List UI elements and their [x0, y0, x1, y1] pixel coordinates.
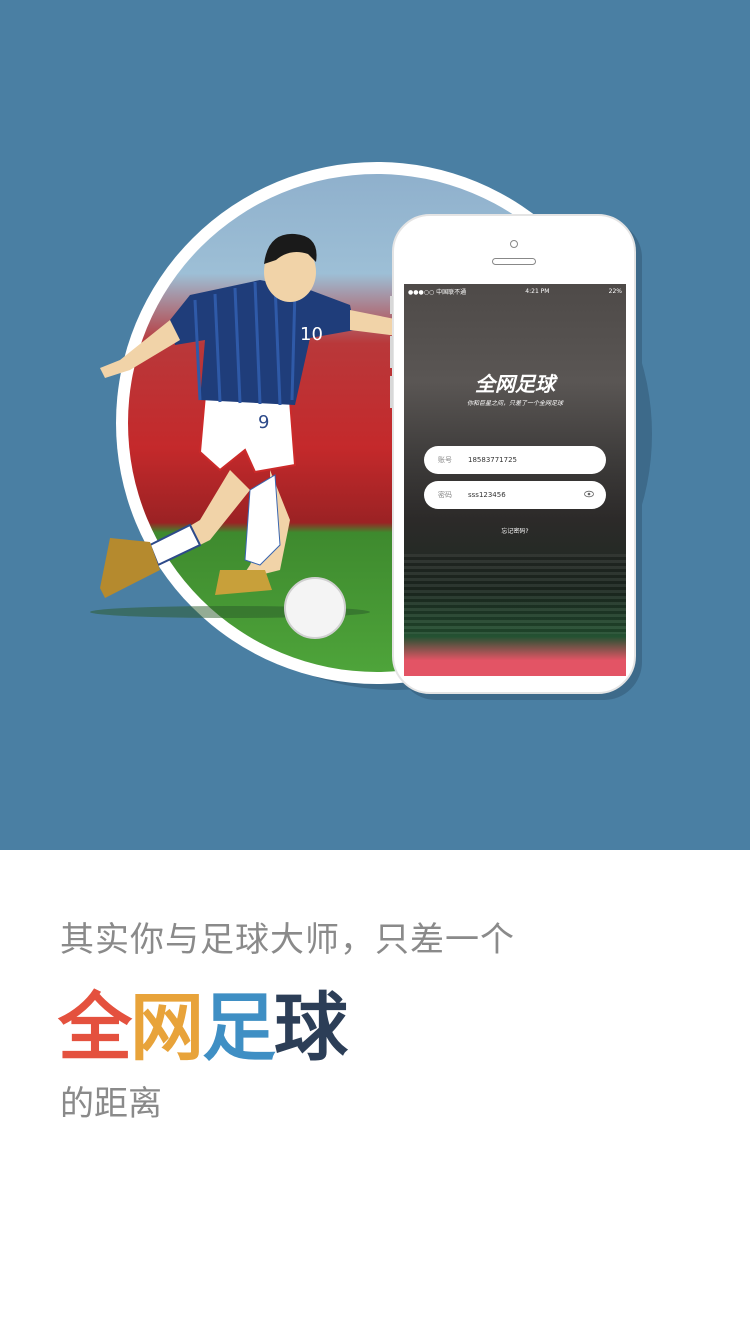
account-value: 18583771725: [468, 456, 517, 464]
phone-volume-up: [390, 336, 393, 368]
brand-title: 全网足球: [58, 968, 348, 1075]
tagline-line3: 的距离: [60, 1084, 162, 1124]
hero-banner: 9 10 ●●●○○ 中国联不通 4:21 PM 22% 全网足球 你和巨星之间…: [0, 0, 750, 850]
eye-icon[interactable]: [584, 489, 594, 499]
phone-volume-down: [390, 376, 393, 408]
brand-char-2: 网: [130, 985, 204, 1071]
speaker-grille: [492, 258, 536, 265]
svg-text:9: 9: [258, 412, 269, 433]
account-field[interactable]: 账号 18583771725: [424, 446, 606, 474]
svg-text:10: 10: [300, 324, 323, 345]
account-label: 账号: [438, 456, 452, 464]
stadium-crowd: [404, 554, 626, 634]
app-login-screen: ●●●○○ 中国联不通 4:21 PM 22% 全网足球 你和巨星之间，只差了一…: [404, 284, 626, 676]
app-logo-title: 全网足球: [475, 372, 555, 396]
tagline-line1: 其实你与足球大师，只差一个: [60, 920, 515, 960]
brand-char-3: 足: [202, 985, 276, 1071]
status-battery: 22%: [608, 287, 622, 295]
camera-icon: [510, 240, 518, 248]
brand-char-4: 球: [274, 985, 348, 1071]
brand-char-1: 全: [58, 985, 132, 1071]
password-value: sss123456: [468, 491, 506, 499]
app-slogan: 你和巨星之间，只差了一个全网足球: [466, 400, 563, 407]
status-bar: ●●●○○ 中国联不通 4:21 PM 22%: [404, 284, 626, 298]
phone-mute-switch: [390, 296, 393, 314]
password-label: 密码: [438, 491, 452, 499]
status-time: 4:21 PM: [525, 287, 550, 295]
forgot-password-link[interactable]: 忘记密码?: [404, 526, 626, 535]
password-field[interactable]: 密码 sss123456: [424, 481, 606, 509]
soccer-ball-icon: [284, 577, 346, 639]
status-carrier: ●●●○○ 中国联不通: [408, 288, 467, 296]
phone-mockup: ●●●○○ 中国联不通 4:21 PM 22% 全网足球 你和巨星之间，只差了一…: [390, 214, 636, 694]
